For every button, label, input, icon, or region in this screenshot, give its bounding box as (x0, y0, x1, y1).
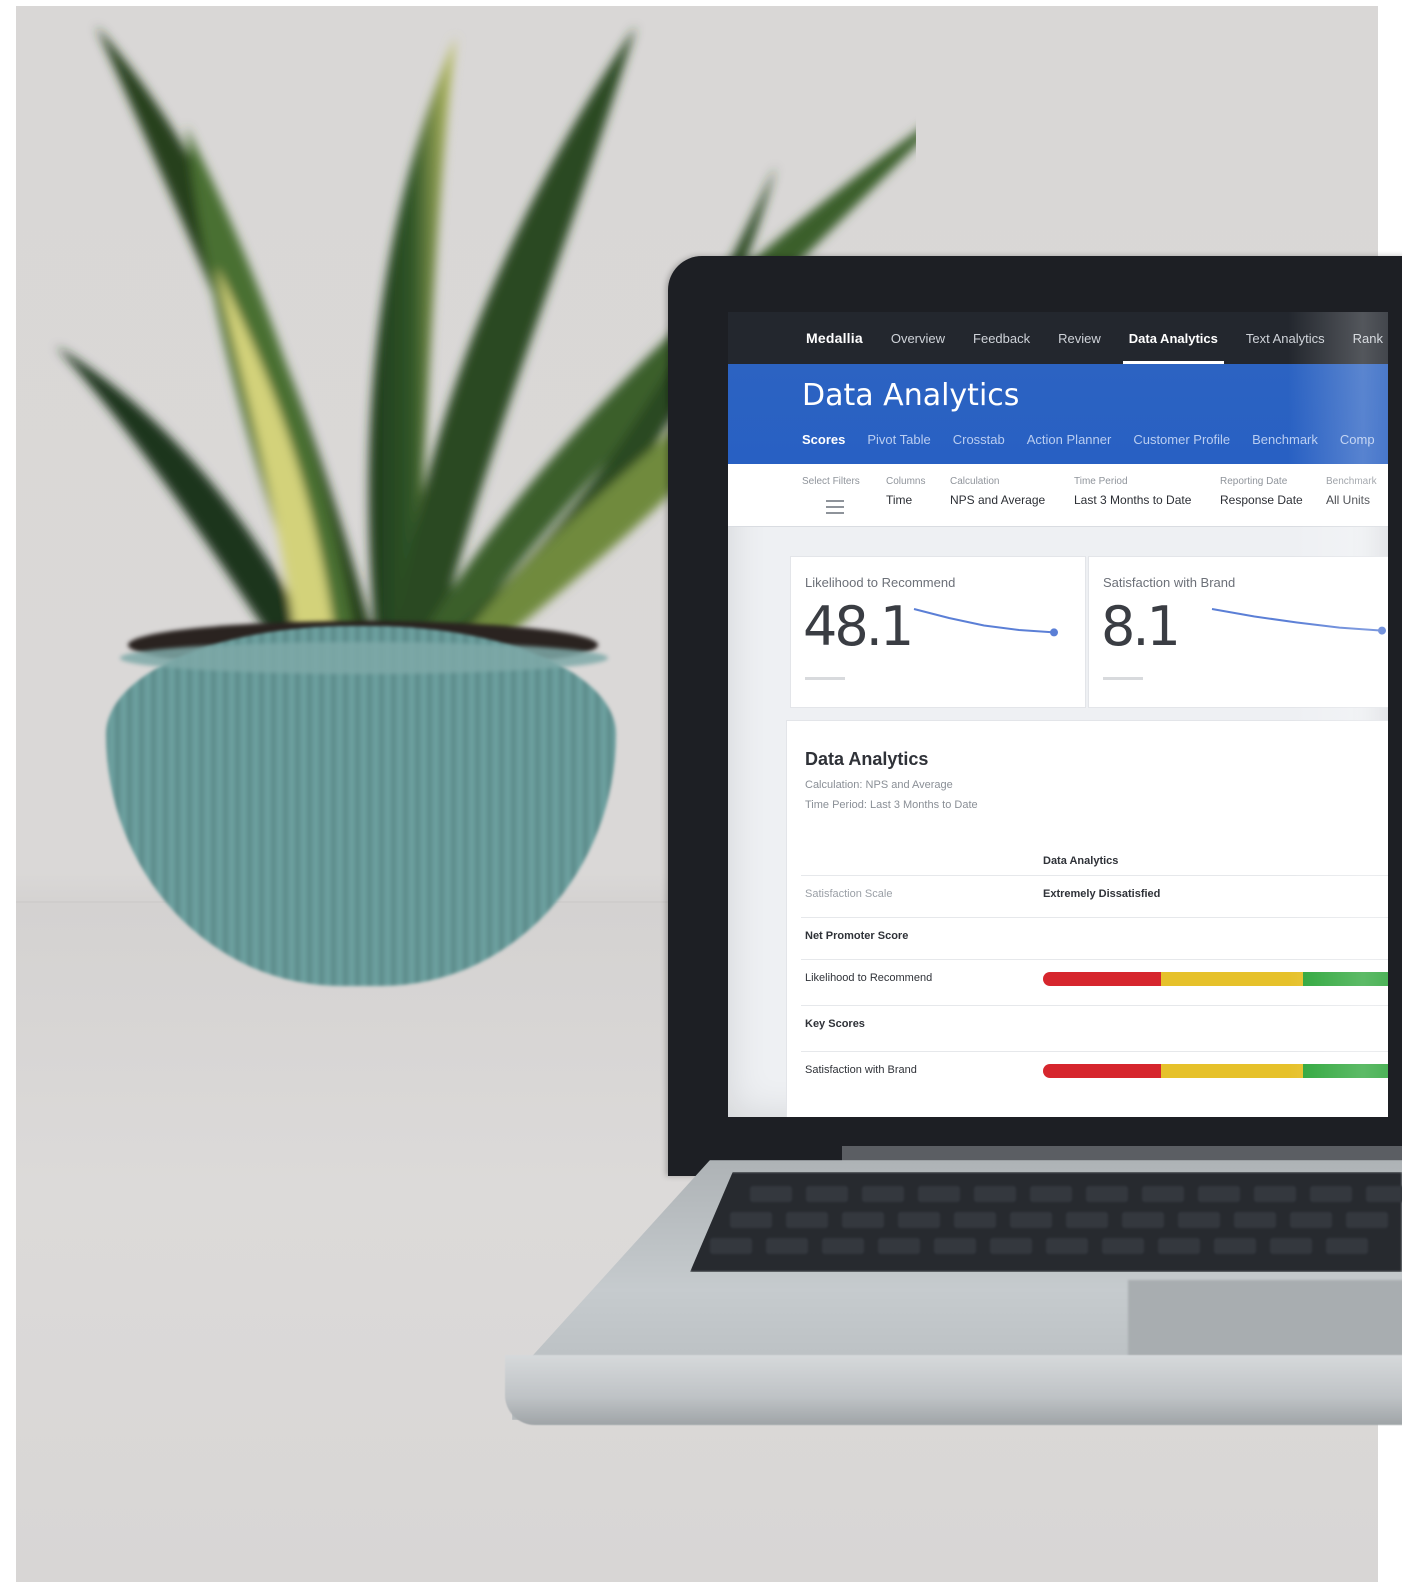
row-label: Net Promoter Score (805, 930, 909, 942)
table-row[interactable]: Satisfaction with Brand (801, 1051, 1388, 1098)
row-label: Satisfaction with Brand (805, 1064, 917, 1076)
panel-title: Data Analytics (805, 749, 929, 769)
panel-subtitle: Calculation: NPS and Average Time Period… (805, 775, 978, 815)
nav-feedback[interactable]: Feedback (973, 331, 1030, 346)
filter-calculation[interactable]: Calculation NPS and Average (950, 476, 1045, 507)
column-header: Data Analytics (1043, 855, 1119, 867)
laptop-screen: Medallia Overview Feedback Review Data A… (728, 312, 1388, 1117)
sparkline-path (913, 608, 1055, 634)
sparkline-end-point (1378, 626, 1386, 635)
filter-calculation-value: NPS and Average (950, 493, 1046, 507)
bar-segment-detractors (1043, 972, 1161, 986)
page-title: Data Analytics (802, 378, 1020, 413)
filter-reporting-date-label: Reporting Date (1220, 476, 1288, 487)
brand-logo[interactable]: Medallia (806, 330, 863, 346)
row-label: Key Scores (805, 1018, 865, 1030)
score-card-footnote (1103, 677, 1143, 680)
tab-customer-profile[interactable]: Customer Profile (1133, 432, 1230, 447)
filter-bar: Select Filters Columns Time Calculation … (728, 464, 1388, 527)
sparkline-end-point (1050, 628, 1058, 637)
score-card-footnote (805, 677, 845, 680)
tab-crosstab[interactable]: Crosstab (953, 432, 1005, 447)
sub-tabs: Scores Pivot Table Crosstab Action Plann… (802, 432, 1375, 447)
filter-time-period-value: Last 3 Months to Date (1074, 493, 1192, 507)
table-row[interactable]: Likelihood to Recommend (801, 959, 1388, 1006)
sparkline (913, 608, 1058, 637)
nav-data-analytics[interactable]: Data Analytics (1122, 331, 1224, 364)
select-filters[interactable]: Select Filters (802, 476, 860, 493)
distribution-bar (1043, 1064, 1388, 1078)
sliders-icon[interactable] (826, 500, 844, 514)
top-nav: Medallia Overview Feedback Review Data A… (728, 312, 1388, 364)
distribution-bar (1043, 972, 1388, 986)
select-filters-label: Select Filters (802, 476, 860, 487)
score-card-brand[interactable]: Satisfaction with Brand 8.1 (1088, 556, 1388, 708)
score-card-label: Satisfaction with Brand (1103, 575, 1236, 590)
score-card-ltr[interactable]: Likelihood to Recommend 48.1 (790, 556, 1086, 708)
filter-columns-label: Columns (886, 476, 926, 487)
row-label: Likelihood to Recommend (805, 972, 933, 984)
table-row: Net Promoter Score (801, 917, 1388, 960)
bar-segment-detractors (1043, 1064, 1161, 1078)
score-card-value: 48.1 (803, 595, 914, 658)
filter-columns[interactable]: Columns Time (886, 476, 925, 507)
tab-comp[interactable]: Comp (1340, 432, 1375, 447)
tab-action-planner[interactable]: Action Planner (1027, 432, 1112, 447)
page-header: Data Analytics Scores Pivot Table Crosst… (728, 364, 1388, 464)
filter-benchmark[interactable]: Benchmark All Units (1326, 476, 1377, 507)
bar-segment-passives (1160, 1064, 1304, 1078)
filter-columns-value: Time (886, 493, 913, 507)
panel-time-period: Time Period: Last 3 Months to Date (805, 799, 978, 811)
bar-segment-promoters (1303, 1064, 1388, 1078)
laptop-keyboard (690, 1172, 1402, 1272)
filter-benchmark-value: All Units (1326, 493, 1371, 507)
row-label: Satisfaction Scale (805, 888, 893, 900)
bar-segment-promoters (1303, 972, 1388, 986)
laptop-trackpad (1128, 1280, 1402, 1360)
sparkline-path (1211, 608, 1383, 632)
filter-calculation-label: Calculation (950, 476, 1000, 487)
pot-rim (120, 642, 608, 674)
data-analytics-panel: Data Analytics Calculation: NPS and Aver… (786, 720, 1388, 1117)
nav-text-analytics[interactable]: Text Analytics (1246, 331, 1325, 346)
row-value: Extremely Dissatisfied (1043, 888, 1161, 900)
table-row: Key Scores (801, 1005, 1388, 1052)
tab-pivot-table[interactable]: Pivot Table (867, 432, 930, 447)
filter-benchmark-label: Benchmark (1326, 476, 1377, 487)
panel-calculation: Calculation: NPS and Average (805, 779, 953, 791)
laptop-base-front (505, 1355, 1402, 1425)
nav-rank[interactable]: Rank (1353, 331, 1383, 346)
filter-time-period-label: Time Period (1074, 476, 1128, 487)
tab-benchmark[interactable]: Benchmark (1252, 432, 1318, 447)
tab-scores[interactable]: Scores (802, 432, 845, 447)
score-card-label: Likelihood to Recommend (805, 575, 956, 590)
filter-reporting-date-value: Response Date (1220, 493, 1303, 507)
nav-overview[interactable]: Overview (891, 331, 945, 346)
nav-review[interactable]: Review (1058, 331, 1101, 346)
filter-reporting-date[interactable]: Reporting Date Response Date (1220, 476, 1303, 507)
filter-time-period[interactable]: Time Period Last 3 Months to Date (1074, 476, 1191, 507)
sparkline (1211, 608, 1386, 635)
table-row: Satisfaction Scale Extremely Dissatisfie… (801, 875, 1388, 918)
score-card-value: 8.1 (1101, 595, 1181, 658)
bar-segment-passives (1160, 972, 1304, 986)
